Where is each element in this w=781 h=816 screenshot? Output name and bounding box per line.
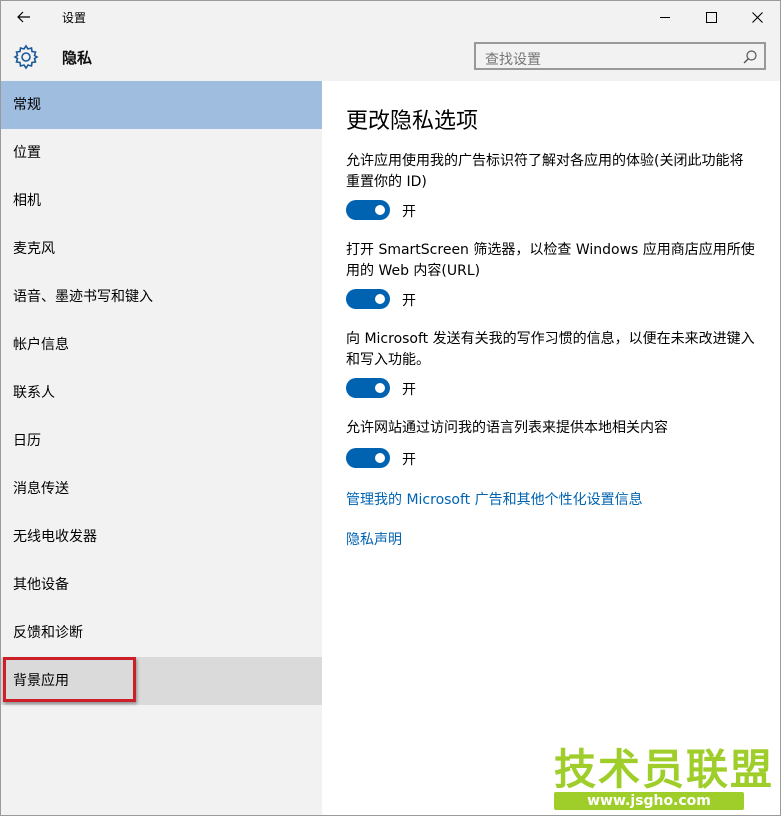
sidebar-item-microphone[interactable]: 麦克风 — [1, 225, 322, 273]
sidebar: 常规 位置 相机 麦克风 语音、墨迹书写和键入 帐户信息 联系人 日历 消息传送… — [1, 81, 322, 815]
toggle-state-label: 开 — [402, 204, 416, 220]
setting-description-writing-info: 向 Microsoft 发送有关我的写作习惯的信息，以便在未来改进键入和写入功能… — [346, 331, 755, 368]
toggle-knob — [375, 453, 385, 463]
setting-description-smartscreen: 打开 SmartScreen 筛选器，以检查 Windows 应用商店应用所使用… — [346, 242, 755, 279]
toggle-language-list[interactable] — [346, 448, 390, 468]
close-icon — [751, 11, 763, 23]
search-placeholder: 查找设置 — [485, 52, 541, 68]
main-content: 更改隐私选项 允许应用使用我的广告标识符了解对各应用的体验(关闭此功能将重置你的… — [322, 81, 780, 815]
watermark-logo: 技术员联盟 www.jsgho.com — [554, 746, 774, 812]
sidebar-item-account-info[interactable]: 帐户信息 — [1, 321, 322, 369]
sidebar-item-messaging[interactable]: 消息传送 — [1, 465, 322, 513]
sidebar-item-other-devices[interactable]: 其他设备 — [1, 561, 322, 609]
page-title: 隐私 — [62, 49, 93, 67]
sidebar-item-feedback-diagnostics[interactable]: 反馈和诊断 — [1, 609, 322, 657]
toggle-state-label: 开 — [402, 382, 416, 398]
window-title: 设置 — [62, 11, 87, 25]
toggle-writing-info[interactable] — [346, 378, 390, 398]
setting-description-language-list: 允许网站通过访问我的语言列表来提供本地相关内容 — [346, 420, 668, 436]
back-button[interactable] — [1, 1, 47, 33]
watermark-url: www.jsgho.com — [554, 792, 744, 810]
sidebar-item-location[interactable]: 位置 — [1, 129, 322, 177]
toggle-state-label: 开 — [402, 293, 416, 309]
privacy-statement-link[interactable]: 隐私声明 — [346, 529, 402, 549]
search-icon[interactable] — [742, 49, 758, 65]
toggle-knob — [375, 383, 385, 393]
toggle-state-label: 开 — [402, 452, 416, 468]
back-arrow-icon — [17, 11, 30, 23]
toggle-advertising-id[interactable] — [346, 200, 390, 220]
toggle-knob — [375, 205, 385, 215]
sidebar-item-general[interactable]: 常规 — [1, 81, 322, 129]
maximize-icon — [705, 11, 717, 23]
sidebar-item-calendar[interactable]: 日历 — [1, 417, 322, 465]
manage-ads-link[interactable]: 管理我的 Microsoft 广告和其他个性化设置信息 — [346, 489, 643, 509]
toggle-knob — [375, 294, 385, 304]
setting-description-advertising-id: 允许应用使用我的广告标识符了解对各应用的体验(关闭此功能将重置你的 ID) — [346, 153, 744, 190]
gear-icon — [13, 44, 39, 70]
toggle-smartscreen[interactable] — [346, 289, 390, 309]
sidebar-item-speech-inking-typing[interactable]: 语音、墨迹书写和键入 — [1, 273, 322, 321]
close-button[interactable] — [734, 1, 780, 33]
minimize-icon — [659, 16, 670, 18]
search-input[interactable]: 查找设置 — [474, 42, 766, 70]
sidebar-item-radios[interactable]: 无线电收发器 — [1, 513, 322, 561]
settings-window: 设置 隐私 查找设置 常规 位置 相机 麦克风 语音、墨迹书写和键入 帐户信息 … — [0, 0, 781, 816]
section-title: 更改隐私选项 — [346, 109, 479, 134]
maximize-button[interactable] — [688, 1, 734, 33]
watermark-text: 技术员联盟 — [554, 745, 775, 794]
title-bar: 设置 — [1, 1, 780, 33]
sidebar-item-camera[interactable]: 相机 — [1, 177, 322, 225]
sidebar-item-contacts[interactable]: 联系人 — [1, 369, 322, 417]
minimize-button[interactable] — [642, 1, 688, 33]
page-header: 隐私 查找设置 — [1, 33, 780, 81]
annotation-highlight-box — [3, 657, 136, 702]
